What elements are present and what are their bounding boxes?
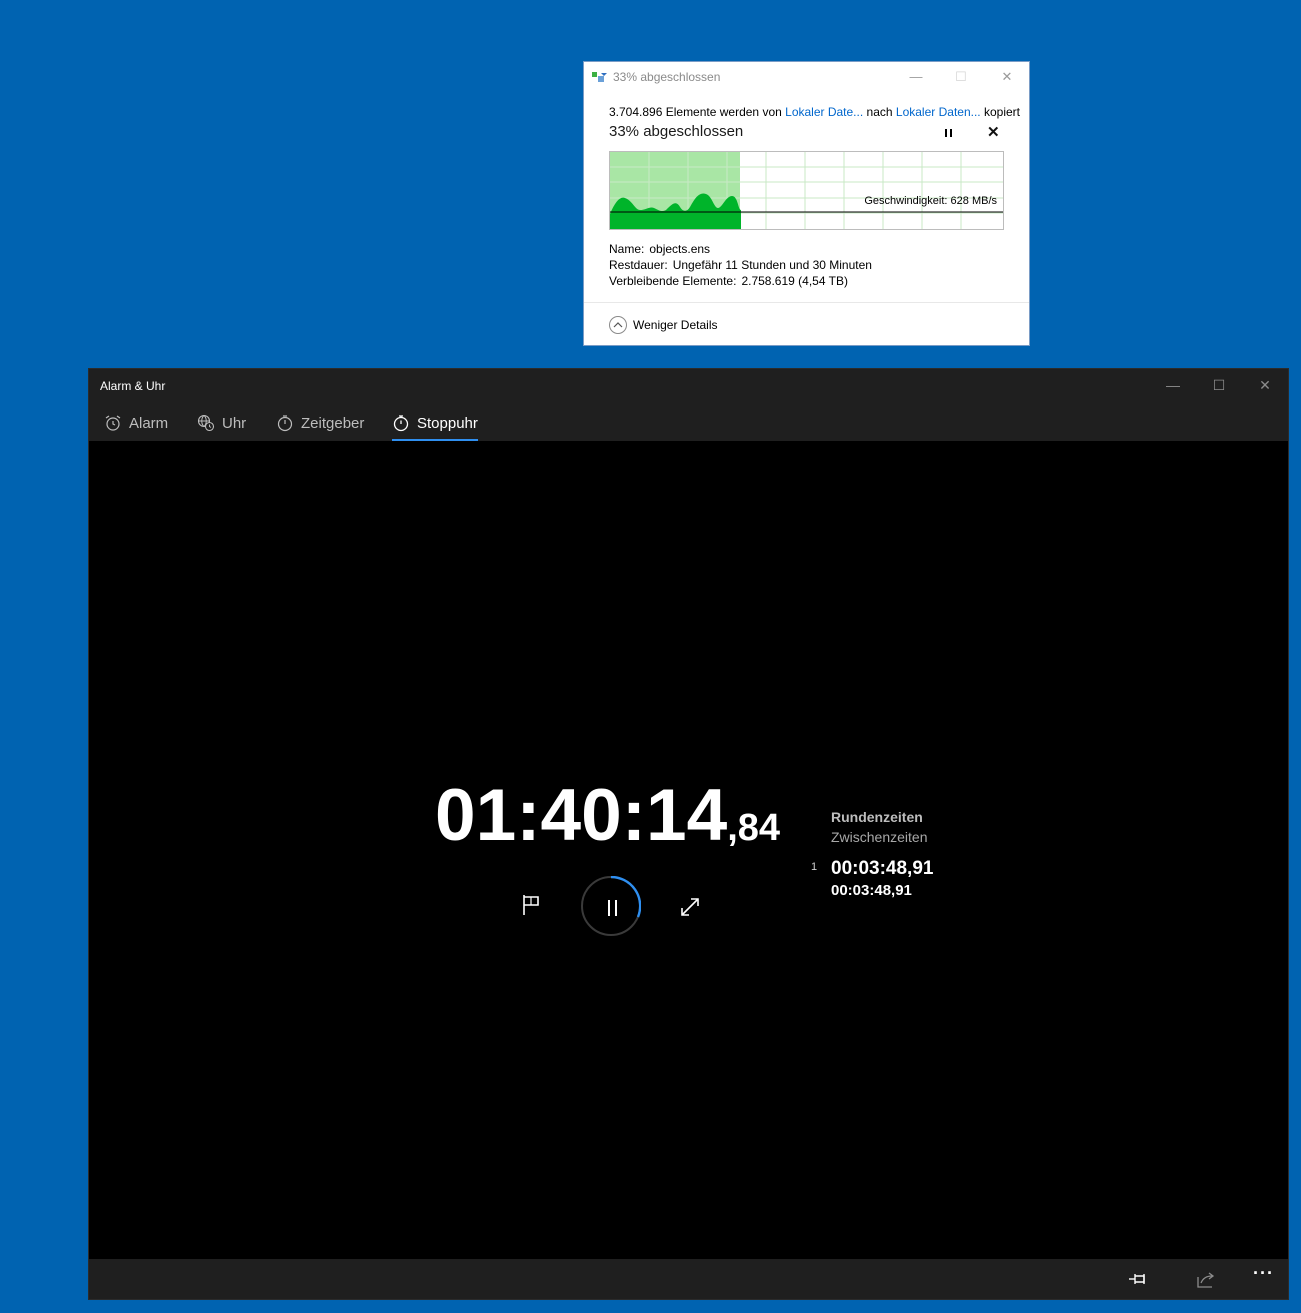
remaining-time-value: Ungefähr 11 Stunden und 30 Minuten: [672, 258, 872, 272]
split-time: 00:03:48,91: [831, 882, 912, 899]
remaining-items-label: Verbleibende Elemente:: [609, 274, 737, 288]
pause-button[interactable]: [581, 876, 641, 936]
minimize-button[interactable]: —: [1158, 373, 1188, 397]
share-icon: [1197, 1272, 1215, 1288]
alarm-clock-window: Alarm & Uhr — ☐ ✕ Alarm Uhr Zeitgeber St…: [88, 368, 1289, 1300]
pause-icon: [608, 900, 618, 916]
detail-remaining-time-row: Restdauer: Ungefähr 11 Stunden und 30 Min…: [609, 257, 872, 273]
dialog-title: 33% abgeschlossen: [613, 70, 721, 84]
less-details-label: Weniger Details: [633, 318, 718, 332]
expand-button[interactable]: [679, 896, 701, 923]
bottom-app-bar: ···: [89, 1259, 1288, 1299]
tab-stopwatch[interactable]: Stoppuhr: [392, 408, 478, 441]
summary-suffix-text: kopiert: [983, 105, 1020, 119]
pin-icon: [1129, 1274, 1145, 1284]
expand-icon: [681, 898, 699, 916]
speed-graph: Geschwindigkeit: 628 MB/s: [609, 151, 1004, 230]
tab-timer[interactable]: Zeitgeber: [276, 408, 364, 438]
flag-icon: [523, 895, 539, 915]
window-titlebar: Alarm & Uhr — ☐ ✕: [89, 369, 1288, 401]
speed-graph-canvas: [610, 152, 1003, 229]
lap-time: 00:03:48,91: [831, 858, 934, 879]
tab-timer-label: Zeitgeber: [301, 414, 365, 432]
world-clock-icon: [197, 414, 215, 432]
timer-icon: [277, 415, 293, 432]
destination-link[interactable]: Lokaler Daten...: [896, 105, 981, 119]
stopwatch-icon: [393, 415, 409, 432]
app-title: Alarm & Uhr: [100, 379, 166, 393]
remaining-time-label: Restdauer:: [609, 258, 668, 272]
tab-bar: Alarm Uhr Zeitgeber Stoppuhr: [89, 401, 1288, 441]
item-count-text: 3.704.896 Elemente werden von: [609, 105, 782, 119]
copy-progress-dialog: 33% abgeschlossen — ☐ ✕ 3.704.896 Elemen…: [583, 61, 1030, 346]
stopwatch-display: 01:40:14,84: [435, 774, 780, 857]
tab-clock[interactable]: Uhr: [197, 408, 246, 438]
progress-headline: 33% abgeschlossen: [609, 123, 744, 140]
lap-number: 1: [811, 861, 818, 873]
split-times-header: Zwischenzeiten: [831, 829, 928, 845]
tab-clock-label: Uhr: [222, 414, 247, 432]
less-details-button[interactable]: Weniger Details: [609, 316, 717, 334]
minimize-button[interactable]: —: [901, 66, 931, 88]
maximize-button[interactable]: ☐: [946, 66, 976, 88]
more-icon[interactable]: ···: [1253, 1263, 1275, 1283]
dialog-titlebar: 33% abgeschlossen — ☐ ✕: [584, 62, 1029, 92]
copy-details: Name: objects.ens Restdauer: Ungefähr 11 S…: [609, 241, 872, 289]
tab-alarm-label: Alarm: [129, 414, 169, 432]
name-label: Name:: [609, 242, 645, 256]
tab-alarm[interactable]: Alarm: [104, 408, 168, 438]
tab-stopwatch-label: Stoppuhr: [417, 414, 478, 432]
copy-files-icon: [592, 72, 607, 82]
stopwatch-time: 01:40:14: [435, 775, 728, 856]
detail-remaining-items-row: Verbleibende Elemente: 2.758.619 (4,54 TB…: [609, 273, 872, 289]
close-button[interactable]: ✕: [992, 66, 1022, 88]
close-button[interactable]: ✕: [1250, 373, 1280, 397]
detail-name-row: Name: objects.ens: [609, 241, 872, 257]
copy-summary: 3.704.896 Elemente werden von Lokaler Da…: [609, 105, 1020, 119]
pause-icon[interactable]: [942, 126, 956, 140]
lap-button[interactable]: [521, 894, 541, 921]
close-icon[interactable]: ✕: [987, 123, 1000, 141]
source-link[interactable]: Lokaler Date...: [785, 105, 863, 119]
alarm-clock-icon: [105, 415, 121, 431]
pin-button[interactable]: [1127, 1269, 1149, 1289]
dialog-divider: [584, 302, 1029, 303]
stopwatch-fraction: ,84: [727, 807, 781, 849]
summary-middle-text: nach: [866, 105, 893, 119]
chevron-up-icon: [609, 316, 627, 334]
maximize-button[interactable]: ☐: [1204, 373, 1234, 397]
name-value: objects.ens: [649, 242, 711, 256]
remaining-items-value: 2.758.619 (4,54 TB): [741, 274, 848, 288]
lap-times-header: Rundenzeiten: [831, 809, 923, 825]
share-button[interactable]: [1195, 1269, 1217, 1289]
speed-label: Geschwindigkeit: 628 MB/s: [864, 195, 997, 207]
